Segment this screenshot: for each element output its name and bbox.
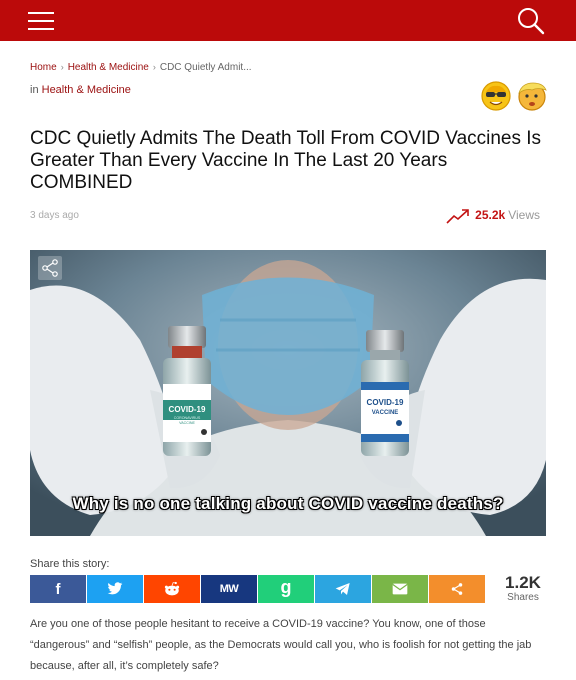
category-prefix: in	[30, 84, 39, 96]
views-counter: 25.2k Views	[446, 208, 540, 224]
menu-icon[interactable]	[28, 12, 54, 31]
category-link[interactable]: Health & Medicine	[42, 84, 131, 96]
vial-right-label: COVID-19	[367, 398, 404, 407]
views-label: Views	[508, 208, 540, 223]
email-share-button[interactable]	[372, 575, 428, 603]
share-icon[interactable]	[38, 256, 62, 280]
site-header	[0, 0, 576, 41]
vial-left: COVID-19 CORONAVIRUS VACCINE	[163, 326, 211, 456]
twitter-share-button[interactable]	[87, 575, 143, 603]
reddit-icon	[164, 581, 180, 596]
vial-left-label: COVID-19	[169, 405, 206, 414]
article-category: in Health & Medicine	[30, 84, 131, 96]
article-title: CDC Quietly Admits The Death Toll From C…	[30, 128, 542, 193]
envelope-icon	[392, 583, 408, 595]
share-title: Share this story:	[30, 558, 110, 570]
shares-counter: 1.2K Shares	[500, 573, 546, 604]
breadcrumb-current: CDC Quietly Admit...	[159, 62, 252, 73]
share-icon	[451, 583, 463, 595]
cool-reaction-icon[interactable]	[480, 80, 512, 112]
search-icon[interactable]	[516, 6, 546, 36]
facebook-share-button[interactable]: f	[30, 575, 86, 603]
mewe-share-button[interactable]: MW	[201, 575, 257, 603]
breadcrumb-category-link[interactable]: Health & Medicine	[68, 62, 149, 73]
shares-count: 1.2K	[505, 573, 541, 592]
facebook-icon: f	[55, 580, 61, 598]
mewe-icon: MW	[219, 583, 239, 595]
telegram-share-button[interactable]	[315, 575, 371, 603]
breadcrumb-home-link[interactable]: Home	[30, 62, 57, 73]
chevron-right-icon: ›	[152, 62, 156, 72]
vial-right: COVID-19 VACCINE	[361, 330, 409, 456]
vial-right-sublabel: VACCINE	[372, 410, 399, 416]
breadcrumb: Home › Health & Medicine › CDC Quietly Admit…	[30, 62, 252, 73]
shares-label: Shares	[507, 592, 539, 603]
vial-left-sublabel-2: VACCINE	[179, 421, 195, 425]
hero-image: COVID-19 CORONAVIRUS VACCINE COVID-19 VA…	[30, 250, 546, 536]
more-share-button[interactable]	[429, 575, 485, 603]
trending-icon	[446, 209, 469, 224]
article-date: 3 days ago	[30, 210, 79, 221]
article-paragraph: Are you one of those people hesitant to …	[30, 618, 532, 672]
trump-reaction-icon[interactable]	[516, 80, 548, 112]
twitter-icon	[107, 582, 123, 595]
reddit-share-button[interactable]	[144, 575, 200, 603]
gab-share-button[interactable]: g	[258, 575, 314, 603]
telegram-icon	[335, 583, 350, 595]
gab-icon: g	[280, 576, 292, 597]
vial-left-sublabel: CORONAVIRUS	[174, 416, 201, 420]
chevron-right-icon: ›	[60, 62, 64, 72]
hero-caption: Why is no one talking about COVID vaccin…	[72, 494, 504, 513]
views-count: 25.2k	[475, 208, 506, 223]
reaction-badges	[480, 80, 548, 116]
